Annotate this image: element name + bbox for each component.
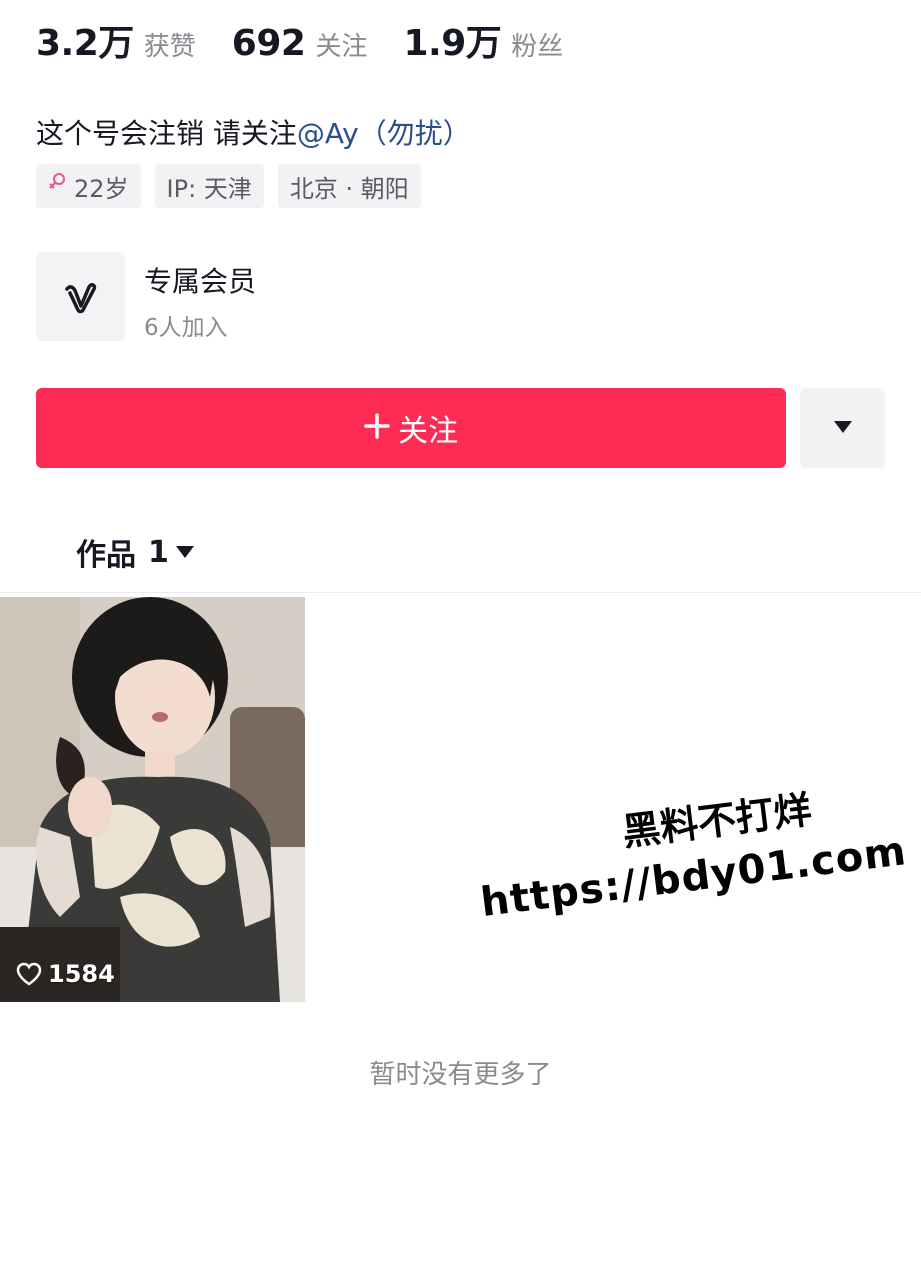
- follow-button[interactable]: 关注: [36, 388, 786, 468]
- membership-title[interactable]: 专属会员: [144, 260, 256, 300]
- plus-icon: [364, 410, 390, 446]
- stat-followers[interactable]: 1.9万 粉丝: [403, 14, 563, 66]
- video-thumbnail[interactable]: 1584: [0, 597, 305, 1002]
- ip-tag: IP: 天津: [154, 164, 264, 208]
- location-tag-label: 北京 · 朝阳: [289, 174, 409, 203]
- profile-tags: 22岁 IP: 天津 北京 · 朝阳: [36, 164, 435, 208]
- stat-following-value: 692: [231, 23, 306, 64]
- watermark: 黑料不打烊 https://bdy01.com: [470, 768, 910, 927]
- stats-row: 3.2万 获赞 692 关注 1.9万 粉丝: [36, 14, 599, 66]
- tab-works[interactable]: 作品 1: [76, 530, 195, 574]
- profile-page: 3.2万 获赞 692 关注 1.9万 粉丝 这个号会注销 请关注@Ay（勿扰）…: [0, 0, 921, 1280]
- caret-down-icon: [175, 545, 195, 559]
- age-tag: 22岁: [36, 164, 141, 208]
- stat-followers-value: 1.9万: [403, 23, 502, 64]
- stat-followers-label: 粉丝: [511, 32, 564, 62]
- more-options-button[interactable]: [800, 388, 885, 468]
- location-tag: 北京 · 朝阳: [277, 164, 421, 208]
- bio-text: 这个号会注销 请关注: [36, 117, 297, 150]
- divider: [0, 592, 921, 593]
- female-icon: [48, 172, 66, 200]
- tab-works-count: 1: [148, 534, 169, 570]
- bio: 这个号会注销 请关注@Ay（勿扰）: [36, 112, 471, 152]
- bio-suffix: （勿扰）: [358, 117, 471, 150]
- member-v-icon[interactable]: [36, 252, 125, 341]
- stat-likes-label: 获赞: [143, 32, 196, 62]
- video-thumbnail-image: [0, 597, 305, 1002]
- tab-works-label: 作品: [76, 538, 136, 573]
- caret-down-icon: [833, 419, 853, 438]
- membership-subtitle: 6人加入: [144, 315, 228, 341]
- age-tag-label: 22岁: [74, 174, 129, 203]
- follow-button-label: 关注: [398, 414, 458, 449]
- bio-mention-link[interactable]: @Ay: [297, 117, 359, 150]
- heart-icon: [16, 962, 42, 986]
- stat-likes[interactable]: 3.2万 获赞: [36, 14, 196, 66]
- stat-likes-value: 3.2万: [36, 23, 134, 64]
- ip-tag-label: IP: 天津: [166, 174, 252, 203]
- video-like-count-value: 1584: [48, 960, 115, 988]
- stat-following-label: 关注: [315, 32, 368, 62]
- video-like-count: 1584: [16, 960, 115, 988]
- stat-following[interactable]: 692 关注: [232, 23, 368, 64]
- end-of-list-text: 暂时没有更多了: [369, 1060, 552, 1090]
